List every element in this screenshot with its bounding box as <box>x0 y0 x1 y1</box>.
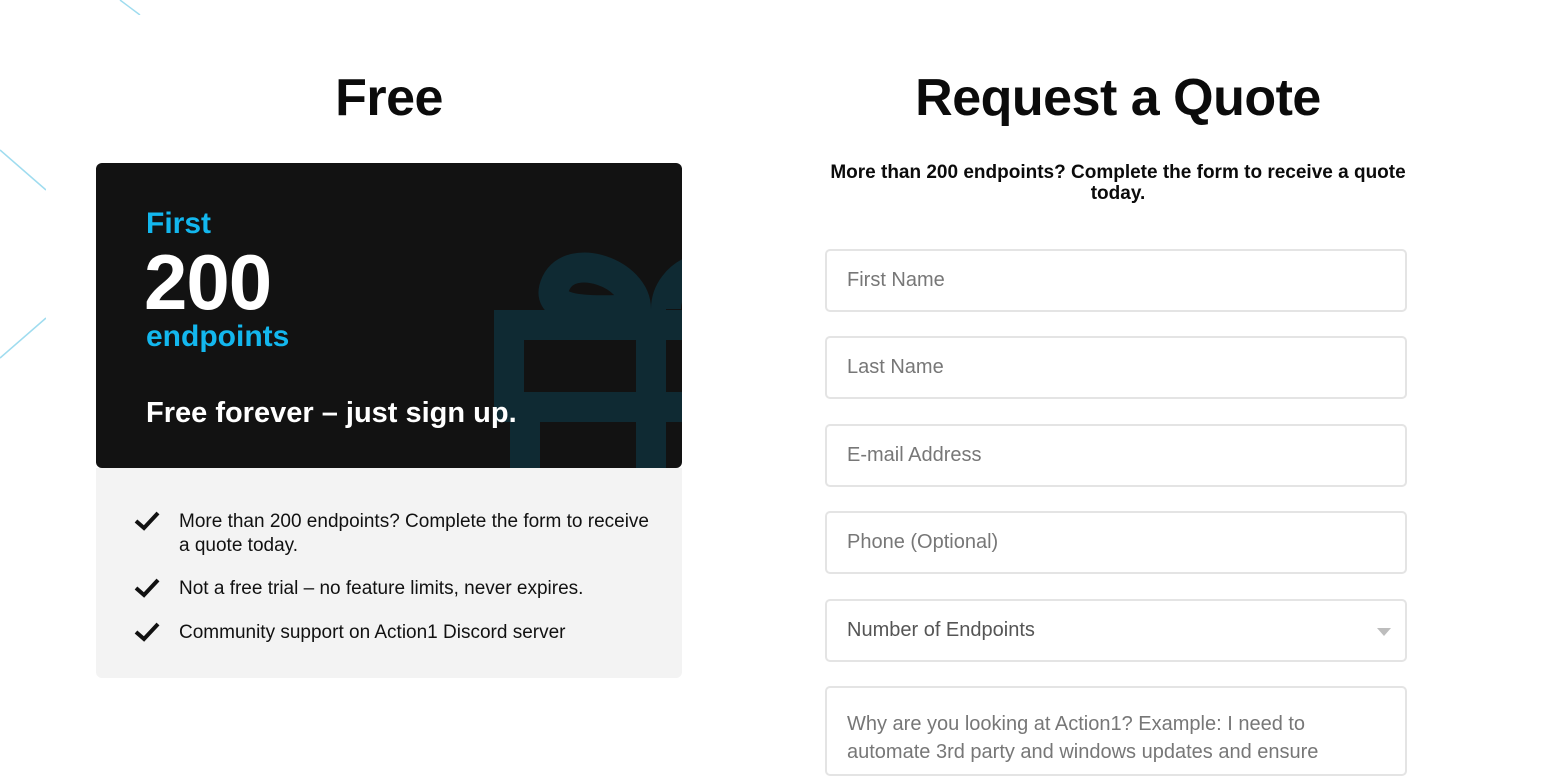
reason-textarea[interactable] <box>827 688 1405 774</box>
first-name-input[interactable] <box>827 251 1405 310</box>
promo-unit-label: endpoints <box>146 320 290 353</box>
list-item: More than 200 endpoints? Complete the fo… <box>134 510 649 558</box>
endpoints-select-value: Number of Endpoints <box>847 619 1035 641</box>
last-name-input[interactable] <box>827 338 1405 397</box>
feature-text: Community support on Action1 Discord ser… <box>179 622 566 643</box>
phone-field <box>825 511 1407 574</box>
reason-field <box>825 686 1407 776</box>
promo-first-label: First <box>146 207 212 240</box>
last-name-field <box>825 336 1407 399</box>
quote-heading: Request a Quote <box>915 69 1321 127</box>
endpoints-select[interactable]: Number of Endpoints <box>825 599 1407 662</box>
feature-list: More than 200 endpoints? Complete the fo… <box>96 468 682 678</box>
feature-text: More than 200 endpoints? Complete the fo… <box>179 511 649 556</box>
check-icon <box>134 622 160 642</box>
email-field <box>825 424 1407 487</box>
chevron-down-icon <box>1377 628 1391 636</box>
feature-text: Not a free trial – no feature limits, ne… <box>179 578 584 599</box>
list-item: Community support on Action1 Discord ser… <box>134 621 649 645</box>
promo-endpoint-count: 200 <box>144 238 272 326</box>
check-icon <box>134 578 160 598</box>
quote-subtitle: More than 200 endpoints? Complete the fo… <box>830 162 1406 204</box>
list-item: Not a free trial – no feature limits, ne… <box>134 577 649 601</box>
first-name-field <box>825 249 1407 312</box>
promo-tagline: Free forever – just sign up. <box>146 397 517 429</box>
email-input[interactable] <box>827 426 1405 485</box>
phone-input[interactable] <box>827 513 1405 572</box>
free-heading: Free <box>335 69 443 127</box>
free-promo-card: First 200 endpoints Free forever – just … <box>96 163 682 468</box>
check-icon <box>134 511 160 531</box>
